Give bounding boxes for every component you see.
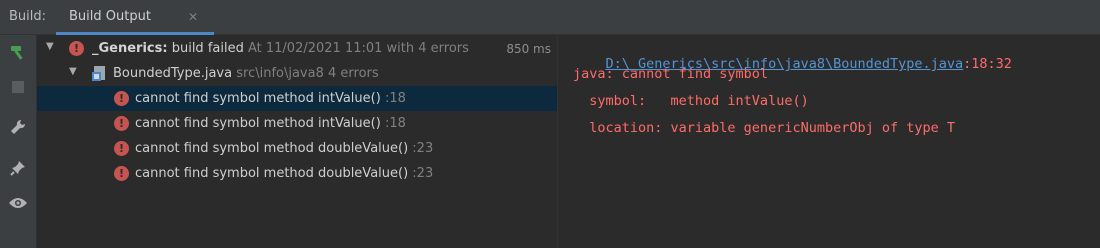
error-icon: ! xyxy=(114,141,129,156)
close-icon[interactable]: ✕ xyxy=(188,10,198,24)
error-message: cannot find symbol method doubleValue() xyxy=(135,141,409,156)
file-name: BoundedType.java xyxy=(113,66,233,81)
error-line: :18 xyxy=(384,91,406,106)
file-error-count: 4 errors xyxy=(328,66,379,81)
build-duration: 850 ms xyxy=(506,42,551,56)
tree-row-error[interactable]: ! cannot find symbol method doubleValue(… xyxy=(37,161,557,186)
file-path: src\info\java8 xyxy=(236,66,324,81)
tree-row-error[interactable]: ! cannot find symbol method doubleValue(… xyxy=(37,136,557,161)
stop-icon[interactable] xyxy=(8,77,28,97)
chevron-down-icon[interactable]: ▼ xyxy=(46,41,54,52)
file-link-position: :18:32 xyxy=(963,56,1012,72)
eye-icon[interactable] xyxy=(8,193,28,213)
java-file-icon xyxy=(92,65,108,82)
error-line: :18 xyxy=(384,116,406,131)
error-message: cannot find symbol method doubleValue() xyxy=(135,166,409,181)
pin-icon[interactable] xyxy=(8,158,28,178)
tool-window-header: Build: Build Output ✕ xyxy=(0,0,1100,35)
console-output: D:\_Generics\src\info\java8\BoundedType.… xyxy=(558,35,1100,248)
tree-row-file[interactable]: ▼ BoundedType.java src\info\java8 4 erro… xyxy=(37,61,557,86)
chevron-down-icon[interactable]: ▼ xyxy=(69,66,77,77)
error-icon: ! xyxy=(114,116,129,131)
tool-strip xyxy=(0,35,37,248)
build-status: build failed xyxy=(171,41,244,56)
error-line: :23 xyxy=(412,166,434,181)
tool-window-title: Build: xyxy=(9,9,47,24)
error-message: cannot find symbol method intValue() xyxy=(135,91,381,106)
project-name: _Generics: xyxy=(92,41,168,56)
console-line-symbol: symbol: method intValue() xyxy=(573,93,809,109)
error-icon: ! xyxy=(114,166,129,181)
console-line-error: java: cannot find symbol xyxy=(573,66,769,82)
build-tree: ▼ ! _Generics: build failed At 11/02/202… xyxy=(37,35,557,248)
error-line: :23 xyxy=(412,141,434,156)
tree-row-build-root[interactable]: ▼ ! _Generics: build failed At 11/02/202… xyxy=(37,36,557,61)
hammer-icon[interactable] xyxy=(8,42,28,62)
wrench-icon[interactable] xyxy=(8,117,28,137)
build-detail: At 11/02/2021 11:01 with 4 errors xyxy=(247,41,469,56)
error-message: cannot find symbol method intValue() xyxy=(135,116,381,131)
tree-row-error[interactable]: ! cannot find symbol method intValue() :… xyxy=(37,111,557,136)
error-icon: ! xyxy=(114,91,129,106)
tree-row-error[interactable]: ! cannot find symbol method intValue() :… xyxy=(37,86,557,111)
tab-label: Build Output xyxy=(69,9,151,24)
console-line-location: location: variable genericNumberObj of t… xyxy=(573,120,956,136)
error-icon: ! xyxy=(69,41,84,56)
